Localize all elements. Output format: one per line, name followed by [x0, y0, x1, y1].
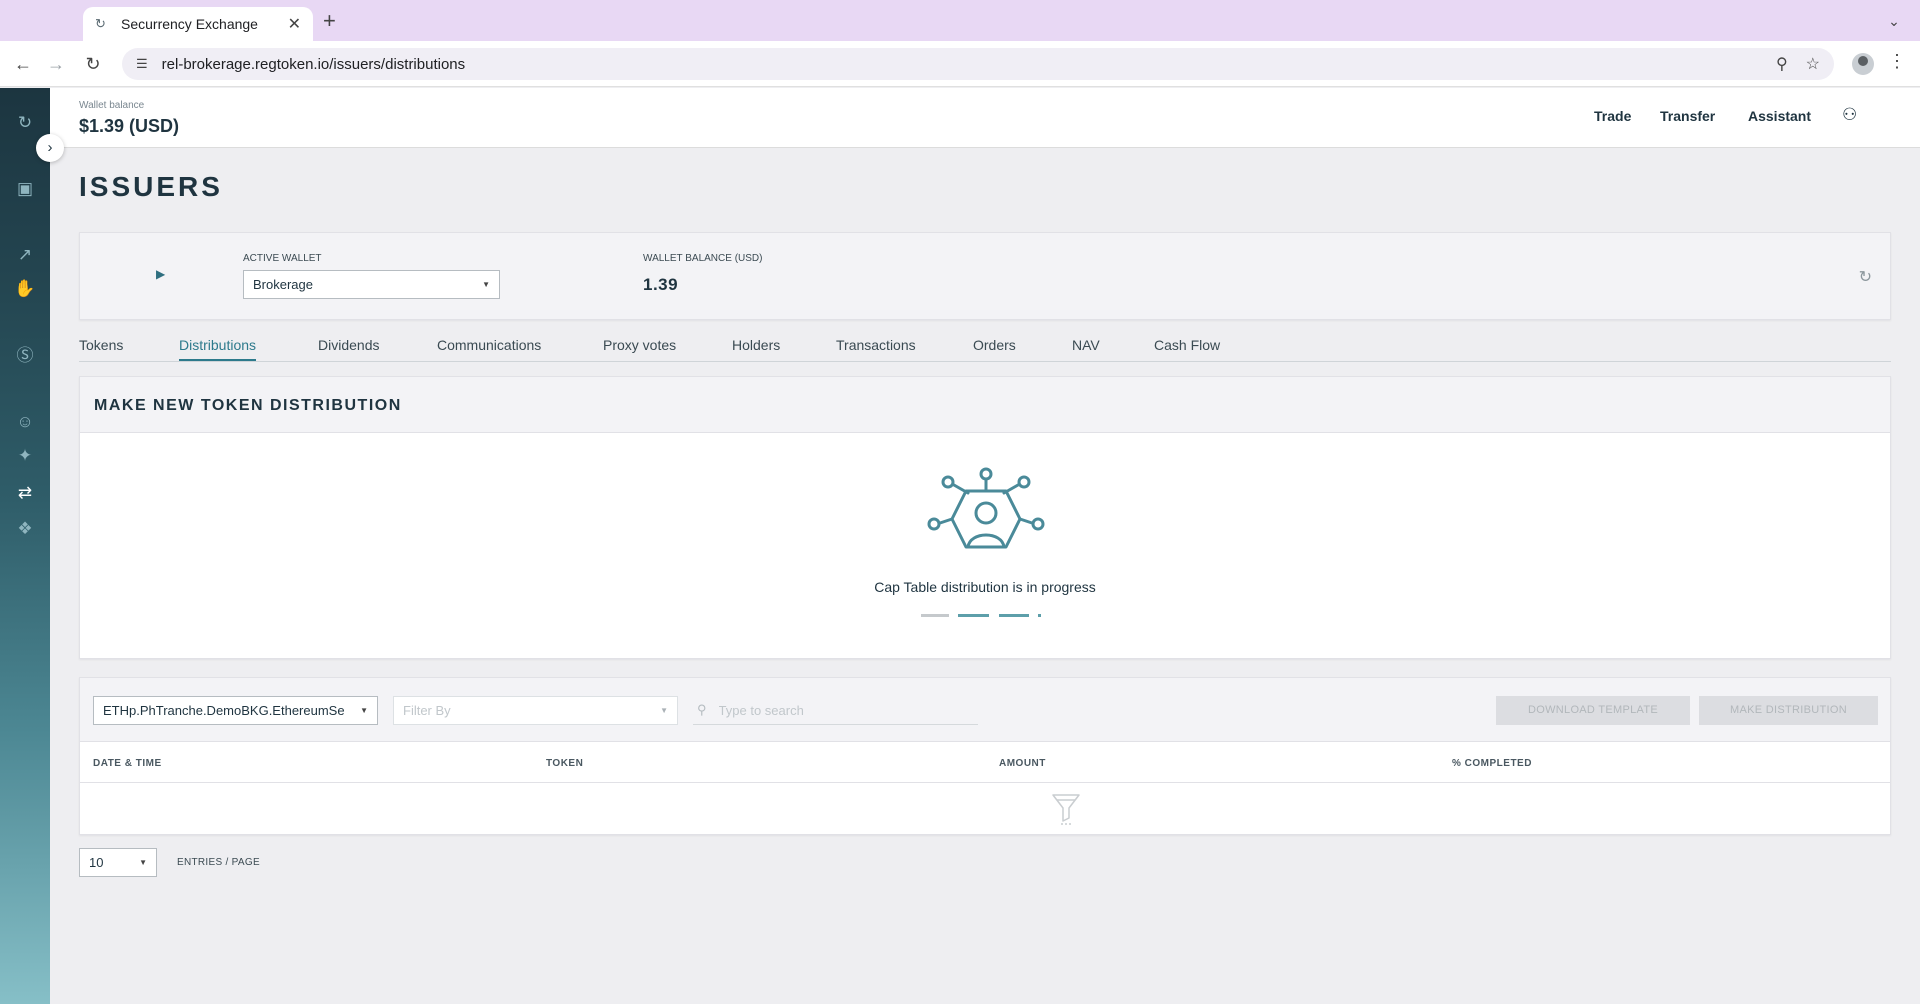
token-flow-icon[interactable]: ❖ — [13, 517, 37, 541]
forward-icon[interactable]: → — [43, 51, 69, 77]
search-input[interactable] — [718, 702, 974, 718]
distribution-card-header: MAKE NEW TOKEN DISTRIBUTION — [80, 377, 1890, 433]
app-sidebar: ↻ ▣ ↗ ✋ Ⓢ ☺ ✦ ⇄ ❖ — [0, 88, 50, 1004]
app-header: Wallet balance $1.39 (USD) Trade Transfe… — [50, 88, 1920, 148]
distribution-card: MAKE NEW TOKEN DISTRIBUTION Cap Table di… — [79, 376, 1891, 659]
active-wallet-select[interactable]: Brokerage ▼ — [243, 270, 500, 299]
tab-holders[interactable]: Holders — [732, 337, 780, 353]
assistant-link[interactable]: Assistant — [1748, 108, 1811, 124]
page-title: ISSUERS — [79, 171, 223, 202]
empty-funnel-icon — [1052, 794, 1080, 825]
cap-table-network-icon — [927, 467, 1045, 549]
entries-per-page-value: 10 — [89, 855, 104, 870]
active-wallet-value: Brokerage — [253, 277, 313, 292]
trade-link[interactable]: Trade — [1594, 108, 1631, 124]
wallet-balance-label: Wallet balance — [79, 100, 145, 111]
entries-per-page-label: ENTRIES / PAGE — [177, 857, 260, 868]
filter-by-placeholder: Filter By — [403, 703, 451, 718]
distribution-title: MAKE NEW TOKEN DISTRIBUTION — [94, 397, 402, 414]
download-template-button[interactable]: DOWNLOAD TEMPLATE — [1496, 696, 1690, 725]
tab-tokens[interactable]: Tokens — [79, 337, 123, 353]
table-search: ⚲ — [693, 696, 978, 725]
token-select-value: ETHp.PhTranche.DemoBKG.EthereumSe — [103, 703, 345, 718]
column-amount[interactable]: AMOUNT — [999, 758, 1046, 769]
browser-toolbar: ← → ↻ ☰ rel-brokerage.regtoken.io/issuer… — [0, 41, 1920, 87]
browser-tab[interactable]: ↻ Securrency Exchange ✕ — [83, 7, 313, 41]
transfer-link[interactable]: Transfer — [1660, 108, 1715, 124]
refresh-icon[interactable]: ↻ — [1859, 267, 1872, 287]
handshake-icon[interactable]: ✦ — [13, 444, 37, 468]
column-date-time[interactable]: DATE & TIME — [93, 758, 162, 769]
browser-tab-bar: ↻ Securrency Exchange ✕ + ⌄ — [0, 0, 1920, 41]
search-icon: ⚲ — [697, 702, 707, 717]
sync-icon[interactable]: ↻ — [13, 111, 37, 135]
distribution-status-message: Cap Table distribution is in progress — [874, 579, 1096, 595]
dollar-icon[interactable]: Ⓢ — [13, 344, 37, 368]
chevron-down-icon: ▼ — [360, 706, 368, 715]
token-select[interactable]: ETHp.PhTranche.DemoBKG.EthereumSe ▼ — [93, 696, 378, 725]
tab-transactions[interactable]: Transactions — [836, 337, 916, 353]
tab-communications[interactable]: Communications — [437, 337, 541, 353]
tab-dividends[interactable]: Dividends — [318, 337, 379, 353]
user-transfer-icon[interactable]: ⇄ — [13, 481, 37, 505]
chevron-down-icon: ▼ — [139, 858, 147, 867]
tab-orders[interactable]: Orders — [973, 337, 1016, 353]
reload-icon[interactable]: ↻ — [80, 51, 106, 77]
chevron-right-icon: › — [47, 139, 53, 156]
address-bar[interactable]: ☰ rel-brokerage.regtoken.io/issuers/dist… — [122, 48, 1834, 80]
browser-menu-icon[interactable]: ⋮ — [1888, 51, 1906, 72]
zoom-icon[interactable]: ⚲ — [1776, 54, 1788, 74]
favicon-icon: ↻ — [95, 16, 106, 31]
expand-sidebar-button[interactable]: › — [36, 134, 64, 162]
chevron-down-icon: ▼ — [482, 280, 490, 289]
wallet-balance-usd-value: 1.39 — [643, 275, 679, 294]
filter-by-select[interactable]: Filter By ▼ — [393, 696, 678, 725]
column-token[interactable]: TOKEN — [546, 758, 583, 769]
site-info-icon[interactable]: ☰ — [136, 56, 148, 72]
table-controls: ETHp.PhTranche.DemoBKG.EthereumSe ▼ Filt… — [80, 678, 1890, 742]
wallet-balance-usd-label: WALLET BALANCE (USD) — [643, 253, 763, 264]
make-distribution-button[interactable]: MAKE DISTRIBUTION — [1699, 696, 1878, 725]
browser-tab-title: Securrency Exchange — [121, 16, 258, 32]
close-tab-icon[interactable]: ✕ — [288, 14, 301, 34]
bookmark-star-icon[interactable]: ☆ — [1806, 54, 1820, 74]
url-text: rel-brokerage.regtoken.io/issuers/distri… — [161, 55, 466, 73]
chart-hand-icon[interactable]: ✋ — [13, 277, 37, 301]
wallet-balance-value: $1.39 (USD) — [79, 116, 180, 136]
tab-cash-flow[interactable]: Cash Flow — [1154, 337, 1220, 353]
table-header-row: DATE & TIME TOKEN AMOUNT % COMPLETED — [80, 742, 1890, 783]
wallet-icon[interactable]: ▣ — [13, 177, 37, 201]
entries-per-page-select[interactable]: 10 ▼ — [79, 848, 157, 877]
tab-nav[interactable]: NAV — [1072, 337, 1100, 353]
new-tab-icon[interactable]: + — [323, 8, 336, 34]
tab-proxy-votes[interactable]: Proxy votes — [603, 337, 676, 353]
people-icon[interactable]: ☺ — [13, 410, 37, 434]
issuer-tabs: Tokens Distributions Dividends Communica… — [79, 333, 1891, 362]
play-icon[interactable]: ▶ — [156, 267, 165, 281]
team-icon[interactable]: ⚇ — [1842, 105, 1857, 125]
active-wallet-label: ACTIVE WALLET — [243, 253, 322, 264]
profile-avatar[interactable] — [1852, 53, 1874, 75]
wallet-card: ▶ ACTIVE WALLET Brokerage ▼ WALLET BALAN… — [79, 232, 1891, 320]
trending-up-icon[interactable]: ↗ — [13, 243, 37, 267]
distributions-table-card: ETHp.PhTranche.DemoBKG.EthereumSe ▼ Filt… — [79, 677, 1891, 835]
back-icon[interactable]: ← — [10, 51, 36, 77]
tab-search-icon[interactable]: ⌄ — [1882, 9, 1906, 33]
column-percent-completed[interactable]: % COMPLETED — [1452, 758, 1532, 769]
tab-distributions[interactable]: Distributions — [179, 337, 257, 361]
chevron-down-icon: ▼ — [660, 706, 668, 715]
